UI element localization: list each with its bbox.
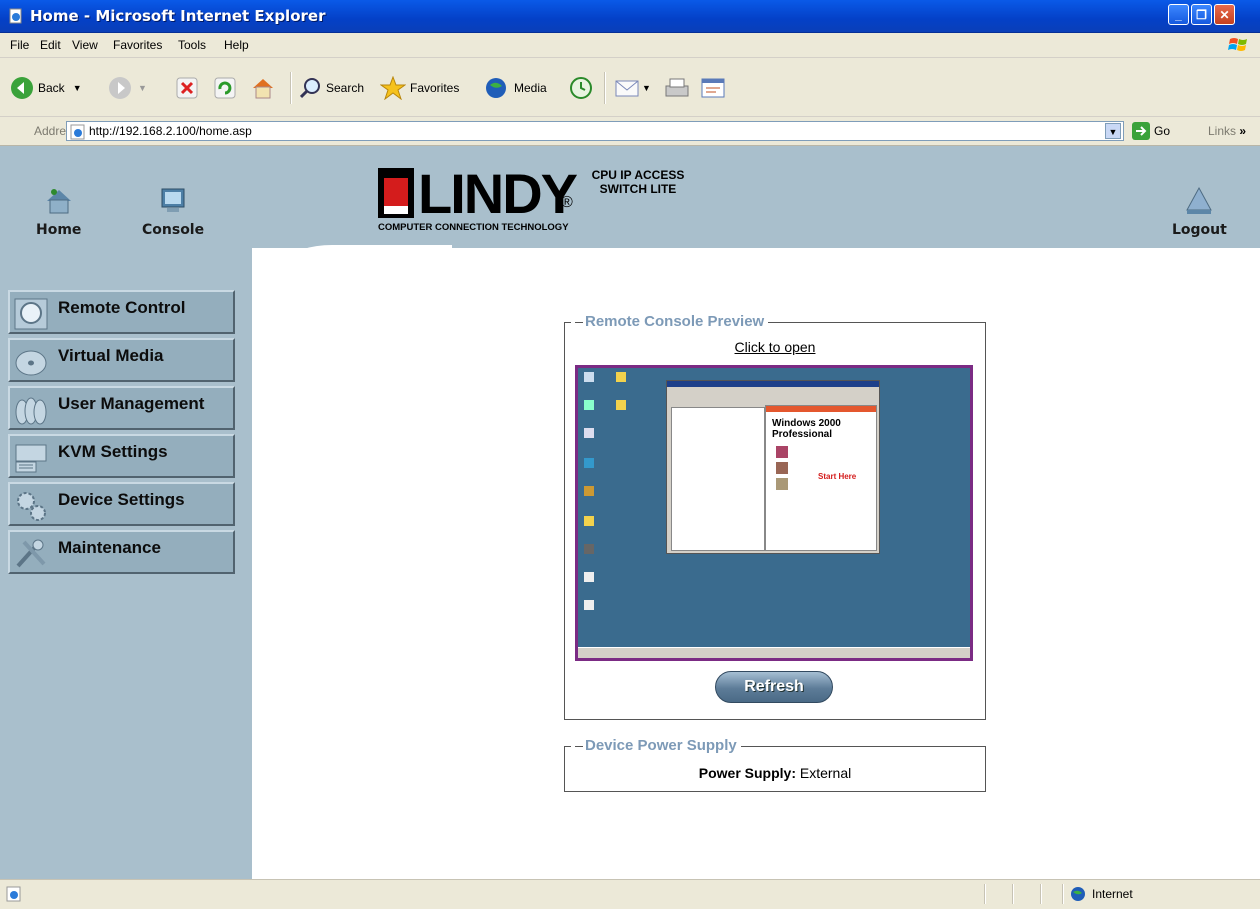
refresh-button[interactable] <box>214 74 236 102</box>
go-arrow-icon <box>1132 122 1150 140</box>
media-icon <box>486 78 506 98</box>
edit-button[interactable] <box>700 74 726 102</box>
forward-arrow-icon <box>109 77 131 99</box>
sidebar-item-device-settings[interactable]: Device Settings <box>8 482 235 526</box>
click-to-open-link[interactable]: Click to open <box>565 339 985 355</box>
maximize-button[interactable]: ❐ <box>1191 4 1212 25</box>
stop-button[interactable] <box>176 74 198 102</box>
globe-icon <box>1071 887 1085 901</box>
gears-icon <box>17 492 46 521</box>
address-input[interactable]: http://192.168.2.100/home.asp ▼ <box>66 121 1124 141</box>
logout-icon <box>1186 186 1213 214</box>
product-name: CPU IP ACCESS SWITCH LITE <box>591 168 685 196</box>
logo-brand: LINDY <box>418 162 578 225</box>
print-button[interactable] <box>664 74 690 102</box>
home-icon <box>253 79 273 99</box>
back-dropdown-icon[interactable]: ▼ <box>73 83 82 93</box>
logo-registered: ® <box>561 194 573 211</box>
preview-start-here: Start Here <box>818 472 857 481</box>
lindy-logo: LINDY ® COMPUTER CONNECTION TECHNOLOGY C… <box>378 166 698 248</box>
edit-page-icon <box>701 78 725 98</box>
history-icon <box>570 77 592 99</box>
magnifier-icon <box>14 298 48 330</box>
media-button[interactable]: Media <box>484 74 547 102</box>
device-power-supply-title: Device Power Supply <box>571 737 741 754</box>
menu-view[interactable]: View <box>72 38 98 52</box>
mail-button[interactable]: ▼ <box>614 74 651 102</box>
search-icon <box>300 78 320 99</box>
status-bar: Internet <box>0 879 1260 909</box>
power-supply-value: External <box>799 765 852 781</box>
menu-edit[interactable]: Edit <box>40 38 61 52</box>
menu-help[interactable]: Help <box>224 38 249 52</box>
sidebar-item-user-management[interactable]: User Management <box>8 386 235 430</box>
favorites-star-icon <box>380 76 406 100</box>
mail-dropdown-icon[interactable]: ▼ <box>642 83 651 93</box>
windows-logo-icon <box>1228 38 1247 51</box>
close-button[interactable]: ✕ <box>1214 4 1235 25</box>
home-icon <box>46 189 71 214</box>
minimize-button[interactable]: _ <box>1168 4 1189 25</box>
keyboard-icon <box>15 444 47 473</box>
history-button[interactable] <box>568 74 594 102</box>
power-supply-label: Power Supply: <box>698 765 796 781</box>
toolbar: Back ▼ ▼ Search Favorites Media ▼ <box>0 58 1260 117</box>
logo-mark <box>378 168 414 218</box>
menu-tools[interactable]: Tools <box>178 38 206 52</box>
address-url: http://192.168.2.100/home.asp <box>89 124 252 138</box>
header-curve <box>252 245 452 345</box>
console-monitor-icon <box>161 188 185 212</box>
sidebar-item-virtual-media[interactable]: Virtual Media <box>8 338 235 382</box>
stop-icon <box>176 77 198 99</box>
tools-icon <box>16 539 46 568</box>
sidebar-item-remote-control[interactable]: Remote Control <box>8 290 235 334</box>
device-power-supply-panel: Device Power Supply Power Supply: Extern… <box>564 737 986 792</box>
sidebar-item-kvm-settings[interactable]: KVM Settings <box>8 434 235 478</box>
favorites-button[interactable]: Favorites <box>380 74 459 102</box>
search-button[interactable]: Search <box>300 74 364 102</box>
page-content: Home Console Logout LINDY ® COMPUTER CON… <box>0 146 1260 879</box>
users-icon <box>15 397 47 425</box>
refresh-icon <box>214 77 236 99</box>
remote-console-preview-panel: Remote Console Preview Click to open Win <box>564 313 986 720</box>
refresh-button[interactable]: Refresh <box>715 671 833 703</box>
nav-home[interactable]: Home <box>36 186 81 238</box>
security-zone: Internet <box>1070 886 1133 902</box>
printer-icon <box>665 78 689 97</box>
nav-console[interactable]: Console <box>142 186 204 238</box>
menu-bar: File Edit View Favorites Tools Help <box>0 33 1260 58</box>
address-bar: Address http://192.168.2.100/home.asp ▼ … <box>0 117 1260 146</box>
home-toolbar-button[interactable] <box>250 74 276 102</box>
sidebar-item-maintenance[interactable]: Maintenance <box>8 530 235 574</box>
console-preview-image[interactable]: Windows 2000 Professional Start Here <box>575 365 973 661</box>
back-button[interactable]: Back ▼ <box>10 74 82 102</box>
preview-window-heading: Windows 2000 Professional <box>772 418 841 440</box>
remote-console-preview-title: Remote Console Preview <box>571 313 769 330</box>
menu-favorites[interactable]: Favorites <box>113 38 162 52</box>
forward-button[interactable]: ▼ <box>108 74 147 102</box>
menu-file[interactable]: File <box>10 38 29 52</box>
ie-page-icon <box>70 124 85 140</box>
address-dropdown-icon[interactable]: ▼ <box>1105 123 1121 139</box>
back-arrow-icon <box>11 77 33 99</box>
mail-icon <box>615 80 639 97</box>
ie-page-icon <box>6 886 21 902</box>
logo-tagline: COMPUTER CONNECTION TECHNOLOGY <box>378 222 569 233</box>
go-button[interactable]: Go <box>1132 121 1170 141</box>
links-toolbar[interactable]: Links » <box>1208 124 1246 138</box>
disc-icon <box>15 350 47 376</box>
nav-logout[interactable]: Logout <box>1172 186 1227 238</box>
window-title-bar[interactable]: Home - Microsoft Internet Explorer _ ❐ ✕ <box>0 0 1260 33</box>
window-title: Home - Microsoft Internet Explorer <box>30 7 326 25</box>
ie-page-icon <box>9 8 22 24</box>
forward-dropdown-icon[interactable]: ▼ <box>138 83 147 93</box>
